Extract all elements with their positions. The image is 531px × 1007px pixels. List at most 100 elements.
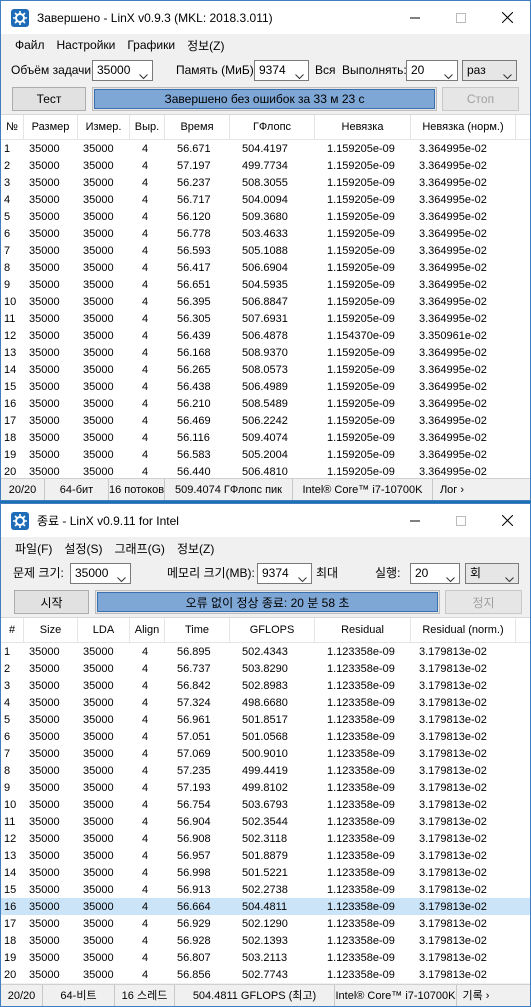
column-header-size[interactable]: Size [24, 617, 78, 643]
results-table[interactable]: # Size LDA Align Time GFLOPS Residual Residual … [1, 617, 530, 983]
table-row[interactable]: 18 35000 35000 4 56.116 509.4074 1.159205e-09 3… [1, 429, 530, 446]
run-unit-combo[interactable]: 회 [465, 563, 519, 584]
run-count-combo[interactable]: 20 [410, 563, 460, 584]
cell-residual: 1.159205e-09 [327, 193, 395, 206]
memory-combo[interactable]: 9374 [254, 60, 309, 81]
maximize-button[interactable] [438, 504, 484, 537]
cell-residual: 1.159205e-09 [327, 312, 395, 325]
cell-align: 4 [142, 414, 149, 427]
table-row[interactable]: 19 35000 35000 4 56.807 503.2113 1.123358e-09 3… [1, 949, 530, 966]
table-row[interactable]: 13 35000 35000 4 56.168 508.9370 1.159205e-09 3… [1, 344, 530, 361]
menu-graphs[interactable]: 그래프(G) [108, 540, 170, 557]
minimize-button[interactable] [392, 504, 438, 537]
cell-row-number: 14 [4, 363, 17, 376]
problem-size-combo[interactable]: 35000 [92, 60, 153, 81]
table-row[interactable]: 8 35000 35000 4 56.417 506.6904 1.159205e-09 3.… [1, 259, 530, 276]
table-row[interactable]: 7 35000 35000 4 56.593 505.1088 1.159205e-09 3.… [1, 242, 530, 259]
table-row[interactable]: 2 35000 35000 4 57.197 499.7734 1.159205e-09 3.… [1, 157, 530, 174]
menu-settings[interactable]: Настройки [51, 38, 122, 52]
column-header-time[interactable]: Время [165, 114, 230, 140]
stop-button[interactable]: Стоп [442, 87, 519, 111]
memory-combo[interactable]: 9374 [257, 563, 312, 584]
table-row[interactable]: 14 35000 35000 4 56.265 508.0573 1.159205e-09 3… [1, 361, 530, 378]
title-bar[interactable]: Завершено - LinX v0.9.3 (MKL: 2018.3.011… [1, 1, 530, 34]
column-header-lda[interactable]: Измер. [78, 114, 130, 140]
close-button[interactable] [484, 504, 530, 537]
table-row[interactable]: 4 35000 35000 4 56.717 504.0094 1.159205e-09 3.… [1, 191, 530, 208]
table-row[interactable]: 6 35000 35000 4 57.051 501.0568 1.123358e-09 3.… [1, 728, 530, 745]
column-header-time[interactable]: Time [165, 617, 230, 643]
all-memory-label[interactable]: Вся [315, 60, 336, 80]
table-row[interactable]: 17 35000 35000 4 56.929 502.1290 1.123358e-09 3… [1, 915, 530, 932]
cell-time: 56.737 [177, 662, 211, 675]
table-row[interactable]: 1 35000 35000 4 56.895 502.4343 1.123358e-09 3.… [1, 643, 530, 660]
problem-size-combo[interactable]: 35000 [70, 563, 131, 584]
cell-row-number: 13 [4, 346, 17, 359]
column-header-row-number[interactable]: # [1, 617, 24, 643]
table-row[interactable]: 1 35000 35000 4 56.671 504.4197 1.159205e-09 3.… [1, 140, 530, 157]
column-header-residual[interactable]: Residual [315, 617, 411, 643]
table-row[interactable]: 9 35000 35000 4 57.193 499.8102 1.123358e-09 3.… [1, 779, 530, 796]
table-row[interactable]: 5 35000 35000 4 56.120 509.3680 1.159205e-09 3.… [1, 208, 530, 225]
table-row[interactable]: 16 35000 35000 4 56.210 508.5489 1.159205e-09 3… [1, 395, 530, 412]
column-header-residual[interactable]: Невязка [315, 114, 411, 140]
menu-file[interactable]: 파일(F) [9, 540, 58, 557]
table-row[interactable]: 13 35000 35000 4 56.957 501.8879 1.123358e-09 3… [1, 847, 530, 864]
column-header-size[interactable]: Размер [24, 114, 78, 140]
cell-lda: 35000 [83, 363, 114, 376]
start-button[interactable]: 시작 [14, 590, 89, 614]
table-row[interactable]: 11 35000 35000 4 56.904 502.3544 1.123358e-09 3… [1, 813, 530, 830]
cell-size: 35000 [29, 244, 60, 257]
table-row[interactable]: 17 35000 35000 4 56.469 506.2242 1.159205e-09 3… [1, 412, 530, 429]
table-row[interactable]: 10 35000 35000 4 56.395 506.8847 1.159205e-09 3… [1, 293, 530, 310]
table-row[interactable]: 7 35000 35000 4 57.069 500.9010 1.123358e-09 3.… [1, 745, 530, 762]
all-memory-label[interactable]: 최대 [316, 563, 338, 583]
table-row[interactable]: 14 35000 35000 4 56.998 501.5221 1.123358e-09 3… [1, 864, 530, 881]
minimize-button[interactable] [392, 1, 438, 34]
run-unit-combo[interactable]: раз [462, 60, 517, 81]
column-header-gflops[interactable]: GFLOPS [230, 617, 315, 643]
cell-time: 56.842 [177, 679, 211, 692]
table-row[interactable]: 16 35000 35000 4 56.664 504.4811 1.123358e-09 3… [1, 898, 530, 915]
status-log-button[interactable]: 기록 › [457, 985, 495, 1007]
title-bar[interactable]: 종료 - LinX v0.9.11 for Intel [1, 504, 530, 537]
close-button[interactable] [484, 1, 530, 34]
table-row[interactable]: 8 35000 35000 4 57.235 499.4419 1.123358e-09 3.… [1, 762, 530, 779]
table-row[interactable]: 11 35000 35000 4 56.305 507.6931 1.159205e-09 3… [1, 310, 530, 327]
table-row[interactable]: 12 35000 35000 4 56.439 506.4878 1.154370e-09 3… [1, 327, 530, 344]
test-button[interactable]: Тест [12, 87, 86, 111]
table-row[interactable]: 2 35000 35000 4 56.737 503.8290 1.123358e-09 3.… [1, 660, 530, 677]
menu-info[interactable]: 정보(Z) [171, 540, 220, 557]
menu-info[interactable]: 정보(Z) [181, 37, 230, 54]
table-row[interactable]: 12 35000 35000 4 56.908 502.3118 1.123358e-09 3… [1, 830, 530, 847]
column-header-residual-norm[interactable]: Невязка (норм.) [411, 114, 516, 140]
column-header-align[interactable]: Align [130, 617, 165, 643]
column-header-lda[interactable]: LDA [78, 617, 130, 643]
status-log-button[interactable]: Лог › [433, 479, 471, 501]
stop-button[interactable]: 정지 [445, 590, 522, 614]
column-header-row-number[interactable]: № [1, 114, 24, 140]
table-row[interactable]: 3 35000 35000 4 56.842 502.8983 1.123358e-09 3.… [1, 677, 530, 694]
table-row[interactable]: 19 35000 35000 4 56.583 505.2004 1.159205e-09 3… [1, 446, 530, 463]
column-header-residual-norm[interactable]: Residual (norm.) [411, 617, 516, 643]
table-row[interactable]: 18 35000 35000 4 56.928 502.1393 1.123358e-09 3… [1, 932, 530, 949]
menu-graphs[interactable]: Графики [121, 38, 181, 52]
table-row[interactable]: 3 35000 35000 4 56.237 508.3055 1.159205e-09 3.… [1, 174, 530, 191]
menu-settings[interactable]: 설정(S) [58, 540, 108, 557]
column-header-gflops[interactable]: ГФлопс [230, 114, 315, 140]
table-row[interactable]: 4 35000 35000 4 57.324 498.6680 1.123358e-09 3.… [1, 694, 530, 711]
cell-align: 4 [142, 832, 149, 845]
table-row[interactable]: 9 35000 35000 4 56.651 504.5935 1.159205e-09 3.… [1, 276, 530, 293]
table-row[interactable]: 10 35000 35000 4 56.754 503.6793 1.123358e-09 3… [1, 796, 530, 813]
table-row[interactable]: 5 35000 35000 4 56.961 501.8517 1.123358e-09 3.… [1, 711, 530, 728]
menu-bar: Файл Настройки Графики 정보(Z) [1, 34, 530, 56]
table-row[interactable]: 6 35000 35000 4 56.778 503.4633 1.159205e-09 3.… [1, 225, 530, 242]
results-table[interactable]: № Размер Измер. Выр. Время ГФлопс Невязка Невяз… [1, 114, 530, 480]
table-row[interactable]: 15 35000 35000 4 56.913 502.2738 1.123358e-09 3… [1, 881, 530, 898]
menu-file[interactable]: Файл [9, 38, 51, 52]
table-row[interactable]: 15 35000 35000 4 56.438 506.4989 1.159205e-09 3… [1, 378, 530, 395]
table-row[interactable]: 20 35000 35000 4 56.856 502.7743 1.123358e-09 3… [1, 966, 530, 983]
column-header-align[interactable]: Выр. [130, 114, 165, 140]
maximize-button[interactable] [438, 1, 484, 34]
run-count-combo[interactable]: 20 [406, 60, 458, 81]
